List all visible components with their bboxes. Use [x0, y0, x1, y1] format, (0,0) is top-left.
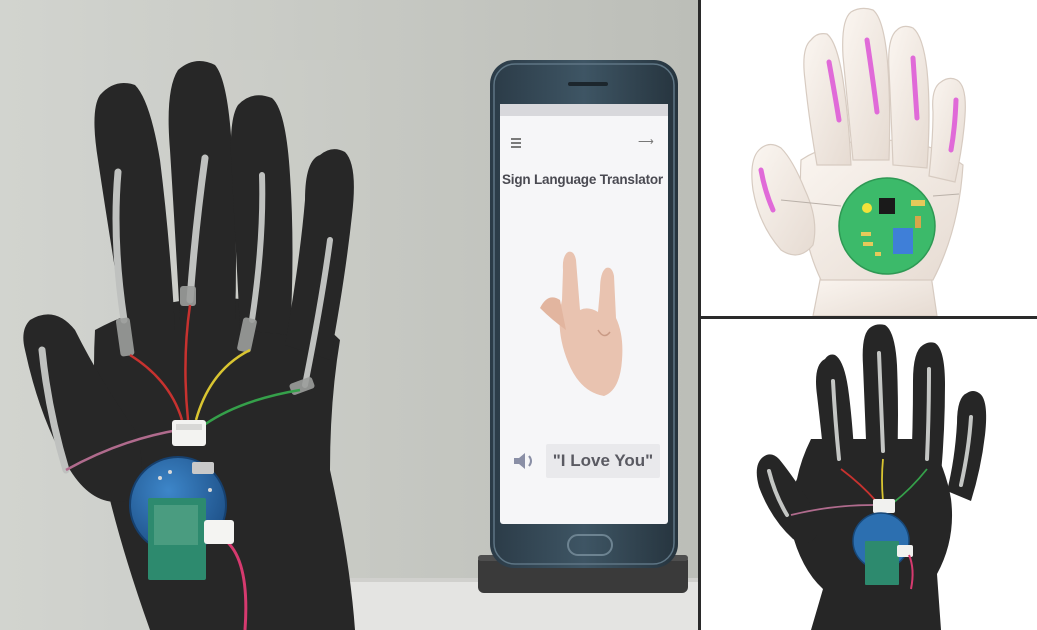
render-panel [701, 0, 1037, 316]
speaker-icon[interactable] [512, 450, 540, 472]
hamburger-menu-icon[interactable] [511, 138, 521, 148]
app-title: Sign Language Translator [502, 172, 663, 187]
phone-app-ui: ⟶ Sign Language Translator "I Love You" [502, 116, 663, 516]
glove-product-photo [756, 324, 987, 630]
composite-figure: ⟶ Sign Language Translator "I Love You" [0, 0, 1037, 630]
wire-connector [172, 420, 206, 446]
arrow-right-icon[interactable]: ⟶ [638, 137, 654, 148]
translation-result: "I Love You" [546, 444, 660, 478]
render-circuit-board [838, 177, 936, 275]
3d-render-hand [751, 7, 966, 316]
glove-photo-panel [701, 319, 1037, 630]
main-photo-panel: ⟶ Sign Language Translator "I Love You" [0, 0, 698, 630]
